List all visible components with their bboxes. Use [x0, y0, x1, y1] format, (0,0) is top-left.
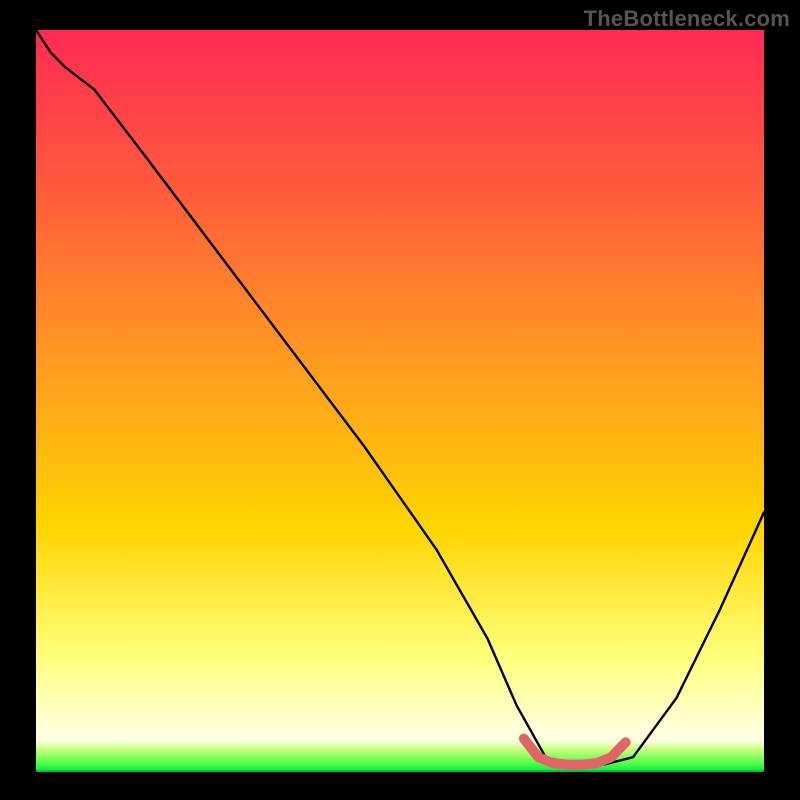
watermark-text: TheBottleneck.com: [584, 6, 790, 32]
chart-frame: TheBottleneck.com: [0, 0, 800, 800]
plot-area: [36, 30, 764, 772]
gradient-background: [36, 30, 764, 740]
bottleneck-chart: [0, 0, 800, 800]
green-band: [36, 740, 764, 772]
green-baseline: [36, 770, 764, 772]
